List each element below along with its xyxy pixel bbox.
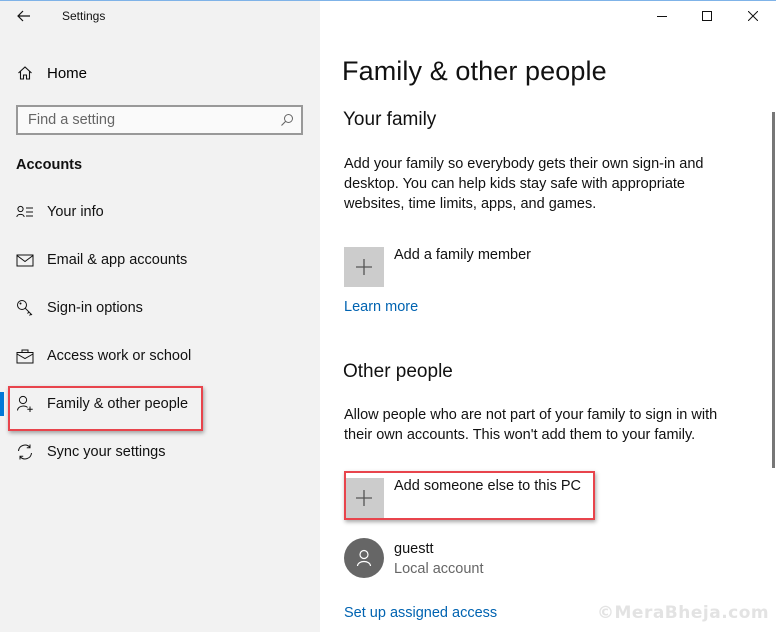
add-family-member-label: Add a family member — [394, 247, 531, 263]
title-bar: Settings — [0, 0, 320, 34]
your-family-description: Add your family so everybody gets their … — [344, 156, 704, 212]
sidebar-item-label: Sign-in options — [47, 300, 143, 316]
app-title: Settings — [62, 9, 106, 23]
watermark: ©MeraBheja.com — [597, 603, 770, 623]
sidebar-item-label: Family & other people — [47, 396, 189, 412]
sidebar-item-email-app-accounts[interactable]: Email & app accounts — [0, 240, 320, 280]
home-label: Home — [47, 64, 88, 82]
sidebar: Settings Home Accounts Your info Email &… — [0, 0, 320, 632]
user-account-type: Local account — [394, 561, 484, 577]
minimize-button[interactable] — [639, 0, 685, 32]
sidebar-item-label: Sync your settings — [47, 444, 166, 460]
plus-icon — [344, 478, 384, 518]
add-someone-else-label: Add someone else to this PC — [394, 478, 581, 494]
set-up-assigned-access-link[interactable]: Set up assigned access — [344, 605, 497, 621]
minimize-icon — [657, 16, 667, 17]
page-title: Family & other people — [342, 56, 607, 86]
user-item-guestt[interactable]: guestt Local account — [344, 538, 483, 579]
sidebar-item-sync-settings[interactable]: Sync your settings — [0, 432, 320, 472]
sidebar-item-family-other-people[interactable]: Family & other people — [0, 384, 320, 424]
add-someone-else-button[interactable]: Add someone else to this PC — [344, 478, 581, 518]
close-icon — [748, 11, 758, 21]
user-name: guestt — [394, 541, 434, 557]
heading-your-family: Your family — [343, 109, 437, 130]
active-indicator — [0, 392, 4, 416]
avatar — [344, 538, 384, 578]
add-family-member-button[interactable]: Add a family member — [344, 247, 531, 287]
sidebar-item-sign-in-options[interactable]: Sign-in options — [0, 288, 320, 328]
person-add-icon — [16, 395, 34, 413]
other-people-description: Allow people who are not part of your fa… — [344, 407, 718, 443]
heading-other-people: Other people — [343, 361, 453, 382]
sidebar-item-label: Email & app accounts — [47, 252, 188, 268]
briefcase-icon — [16, 347, 34, 365]
window-top-border — [0, 0, 776, 1]
sync-icon — [16, 443, 34, 461]
search-box[interactable] — [16, 105, 303, 135]
mail-icon — [16, 251, 34, 269]
main-content: Family & other people Your family Add yo… — [320, 0, 776, 632]
person-list-icon — [16, 203, 34, 221]
maximize-button[interactable] — [684, 0, 730, 32]
sidebar-item-access-work-school[interactable]: Access work or school — [0, 336, 320, 376]
scrollbar[interactable] — [772, 112, 775, 468]
plus-icon — [344, 247, 384, 287]
close-button[interactable] — [730, 0, 776, 32]
section-header-accounts: Accounts — [16, 157, 83, 173]
back-arrow-icon — [17, 10, 30, 22]
sidebar-item-label: Your info — [47, 204, 104, 220]
key-icon — [16, 299, 34, 317]
learn-more-link[interactable]: Learn more — [344, 299, 418, 315]
home-nav[interactable]: Home — [0, 58, 320, 88]
sidebar-item-label: Access work or school — [47, 348, 192, 364]
search-input[interactable] — [28, 112, 268, 128]
maximize-icon — [702, 11, 712, 21]
person-icon — [356, 549, 372, 567]
home-icon — [18, 66, 32, 80]
search-icon[interactable] — [280, 113, 294, 127]
sidebar-item-your-info[interactable]: Your info — [0, 192, 320, 232]
back-button[interactable] — [10, 3, 38, 29]
